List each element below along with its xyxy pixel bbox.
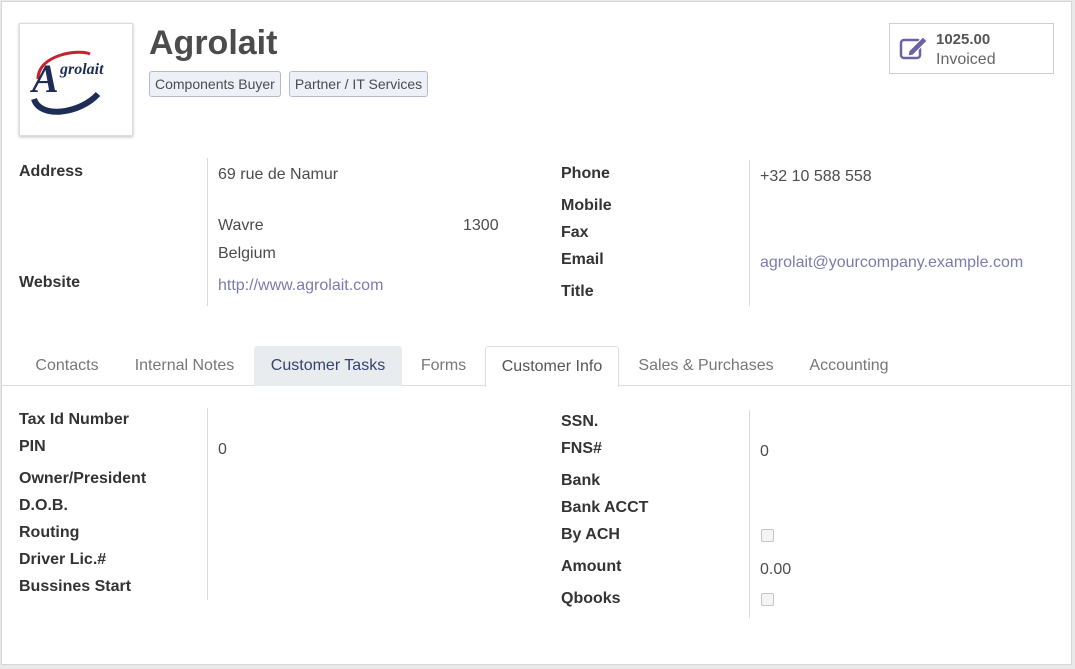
email-label: Email [561,251,604,268]
partner-tags: Components Buyer Partner / IT Services [149,71,429,97]
driver-license-label: Driver Lic.# [19,551,107,568]
phone-field[interactable]: +32 10 588 558 [760,168,872,186]
bank-acct-label: Bank ACCT [561,499,649,516]
mobile-label: Mobile [561,197,612,214]
fax-label: Fax [561,224,589,241]
divider [749,160,750,306]
agrolait-logo-image: A grolait [29,50,104,115]
divider [749,410,750,618]
invoiced-label: Invoiced [936,51,996,68]
dob-label: D.O.B. [19,497,68,514]
tab-forms[interactable]: Forms [406,346,481,386]
by-ach-checkbox[interactable] [761,529,774,542]
svg-text:A: A [29,56,59,101]
tag-components-buyer[interactable]: Components Buyer [149,71,281,97]
tab-customer-info[interactable]: Customer Info [485,346,619,387]
invoiced-amount: 1025.00 [936,31,991,48]
divider [207,408,208,600]
country-field[interactable]: Belgium [218,245,276,263]
tag-partner-it-services[interactable]: Partner / IT Services [288,71,429,97]
qbooks-checkbox[interactable] [761,593,774,606]
pin-label: PIN [19,438,46,455]
qbooks-label: Qbooks [561,590,621,607]
email-link[interactable]: agrolait@yourcompany.example.com [760,254,1023,272]
pencil-square-icon [899,36,928,60]
business-start-label: Bussines Start [19,578,132,595]
tab-contacts[interactable]: Contacts [19,346,115,386]
by-ach-label: By ACH [561,526,620,543]
tab-accounting[interactable]: Accounting [793,346,905,386]
divider [207,158,208,306]
zip-field[interactable]: 1300 [463,217,499,235]
partner-form-sheet: A grolait Agrolait Components Buyer Part… [1,1,1073,665]
svg-text:grolait: grolait [59,61,104,78]
amount-field[interactable]: 0.00 [760,561,791,579]
website-label: Website [19,274,81,291]
tax-id-label: Tax Id Number [19,411,129,428]
tab-internal-notes[interactable]: Internal Notes [119,346,250,386]
tab-customer-tasks[interactable]: Customer Tasks [254,346,402,386]
city-field[interactable]: Wavre [218,217,264,235]
fns-field[interactable]: 0 [760,443,769,461]
ssn-label: SSN. [561,413,599,430]
title-label: Title [561,283,594,300]
notebook-tabs: Contacts Internal Notes Customer Tasks F… [2,346,1073,387]
fns-label: FNS# [561,440,602,457]
owner-label: Owner/President [19,470,147,487]
partner-logo[interactable]: A grolait [19,23,133,136]
street-field[interactable]: 69 rue de Namur [218,166,338,184]
bank-label: Bank [561,472,601,489]
website-link[interactable]: http://www.agrolait.com [218,277,383,295]
tab-sales-purchases[interactable]: Sales & Purchases [623,346,789,386]
amount-label: Amount [561,558,622,575]
partner-name[interactable]: Agrolait [149,21,277,65]
invoiced-button[interactable]: 1025.00 Invoiced [889,23,1054,74]
address-label: Address [19,163,84,180]
phone-label: Phone [561,165,610,182]
routing-label: Routing [19,524,80,541]
pin-field[interactable]: 0 [218,441,227,459]
